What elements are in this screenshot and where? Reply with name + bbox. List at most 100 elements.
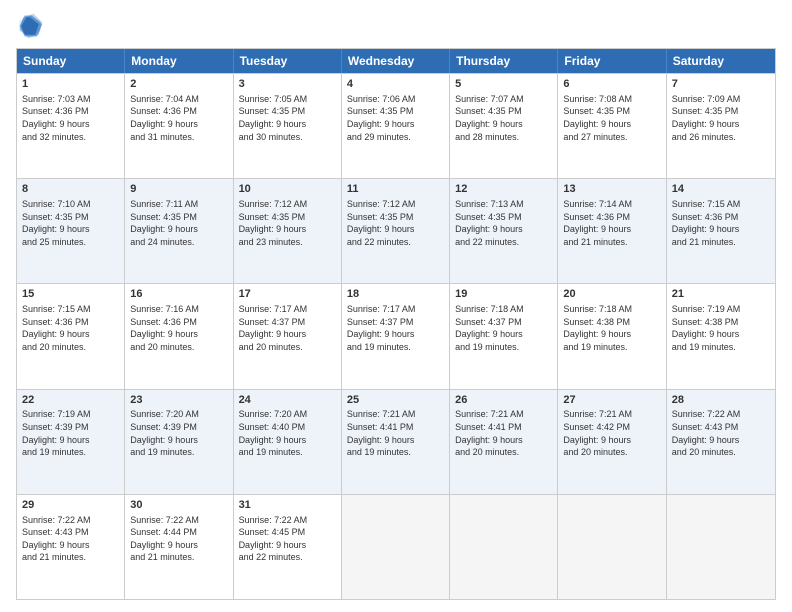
day-info: Sunrise: 7:14 AMSunset: 4:36 PMDaylight:… xyxy=(563,198,660,248)
day-cell-25: 25Sunrise: 7:21 AMSunset: 4:41 PMDayligh… xyxy=(342,390,450,494)
calendar-row-2: 8Sunrise: 7:10 AMSunset: 4:35 PMDaylight… xyxy=(17,178,775,283)
day-number: 24 xyxy=(239,393,336,408)
day-cell-8: 8Sunrise: 7:10 AMSunset: 4:35 PMDaylight… xyxy=(17,179,125,283)
day-info: Sunrise: 7:22 AMSunset: 4:43 PMDaylight:… xyxy=(672,408,770,458)
day-number: 12 xyxy=(455,182,552,197)
day-info: Sunrise: 7:21 AMSunset: 4:41 PMDaylight:… xyxy=(347,408,444,458)
logo-icon xyxy=(16,12,44,40)
day-cell-30: 30Sunrise: 7:22 AMSunset: 4:44 PMDayligh… xyxy=(125,495,233,599)
day-cell-6: 6Sunrise: 7:08 AMSunset: 4:35 PMDaylight… xyxy=(558,74,666,178)
day-info: Sunrise: 7:20 AMSunset: 4:39 PMDaylight:… xyxy=(130,408,227,458)
day-cell-31: 31Sunrise: 7:22 AMSunset: 4:45 PMDayligh… xyxy=(234,495,342,599)
day-number: 16 xyxy=(130,287,227,302)
day-info: Sunrise: 7:18 AMSunset: 4:37 PMDaylight:… xyxy=(455,303,552,353)
day-cell-19: 19Sunrise: 7:18 AMSunset: 4:37 PMDayligh… xyxy=(450,284,558,388)
day-number: 23 xyxy=(130,393,227,408)
day-number: 18 xyxy=(347,287,444,302)
day-number: 17 xyxy=(239,287,336,302)
day-info: Sunrise: 7:21 AMSunset: 4:42 PMDaylight:… xyxy=(563,408,660,458)
day-info: Sunrise: 7:22 AMSunset: 4:43 PMDaylight:… xyxy=(22,514,119,564)
day-cell-10: 10Sunrise: 7:12 AMSunset: 4:35 PMDayligh… xyxy=(234,179,342,283)
day-cell-29: 29Sunrise: 7:22 AMSunset: 4:43 PMDayligh… xyxy=(17,495,125,599)
day-number: 31 xyxy=(239,498,336,513)
empty-cell xyxy=(450,495,558,599)
day-cell-18: 18Sunrise: 7:17 AMSunset: 4:37 PMDayligh… xyxy=(342,284,450,388)
day-number: 3 xyxy=(239,77,336,92)
day-number: 22 xyxy=(22,393,119,408)
day-cell-20: 20Sunrise: 7:18 AMSunset: 4:38 PMDayligh… xyxy=(558,284,666,388)
day-cell-24: 24Sunrise: 7:20 AMSunset: 4:40 PMDayligh… xyxy=(234,390,342,494)
empty-cell xyxy=(558,495,666,599)
header xyxy=(16,12,776,40)
day-cell-16: 16Sunrise: 7:16 AMSunset: 4:36 PMDayligh… xyxy=(125,284,233,388)
day-cell-4: 4Sunrise: 7:06 AMSunset: 4:35 PMDaylight… xyxy=(342,74,450,178)
day-info: Sunrise: 7:13 AMSunset: 4:35 PMDaylight:… xyxy=(455,198,552,248)
day-number: 15 xyxy=(22,287,119,302)
header-day-thursday: Thursday xyxy=(450,49,558,73)
day-cell-27: 27Sunrise: 7:21 AMSunset: 4:42 PMDayligh… xyxy=(558,390,666,494)
day-cell-3: 3Sunrise: 7:05 AMSunset: 4:35 PMDaylight… xyxy=(234,74,342,178)
day-cell-9: 9Sunrise: 7:11 AMSunset: 4:35 PMDaylight… xyxy=(125,179,233,283)
day-info: Sunrise: 7:15 AMSunset: 4:36 PMDaylight:… xyxy=(672,198,770,248)
logo xyxy=(16,12,48,40)
header-day-saturday: Saturday xyxy=(667,49,775,73)
day-cell-5: 5Sunrise: 7:07 AMSunset: 4:35 PMDaylight… xyxy=(450,74,558,178)
day-cell-11: 11Sunrise: 7:12 AMSunset: 4:35 PMDayligh… xyxy=(342,179,450,283)
day-cell-23: 23Sunrise: 7:20 AMSunset: 4:39 PMDayligh… xyxy=(125,390,233,494)
calendar-row-4: 22Sunrise: 7:19 AMSunset: 4:39 PMDayligh… xyxy=(17,389,775,494)
day-info: Sunrise: 7:06 AMSunset: 4:35 PMDaylight:… xyxy=(347,93,444,143)
day-number: 20 xyxy=(563,287,660,302)
day-info: Sunrise: 7:19 AMSunset: 4:38 PMDaylight:… xyxy=(672,303,770,353)
day-cell-1: 1Sunrise: 7:03 AMSunset: 4:36 PMDaylight… xyxy=(17,74,125,178)
day-info: Sunrise: 7:03 AMSunset: 4:36 PMDaylight:… xyxy=(22,93,119,143)
day-number: 19 xyxy=(455,287,552,302)
day-number: 8 xyxy=(22,182,119,197)
calendar-header: SundayMondayTuesdayWednesdayThursdayFrid… xyxy=(17,49,775,73)
header-day-monday: Monday xyxy=(125,49,233,73)
day-cell-15: 15Sunrise: 7:15 AMSunset: 4:36 PMDayligh… xyxy=(17,284,125,388)
empty-cell xyxy=(342,495,450,599)
day-number: 10 xyxy=(239,182,336,197)
day-cell-14: 14Sunrise: 7:15 AMSunset: 4:36 PMDayligh… xyxy=(667,179,775,283)
day-info: Sunrise: 7:12 AMSunset: 4:35 PMDaylight:… xyxy=(347,198,444,248)
day-number: 2 xyxy=(130,77,227,92)
day-info: Sunrise: 7:10 AMSunset: 4:35 PMDaylight:… xyxy=(22,198,119,248)
day-number: 11 xyxy=(347,182,444,197)
day-cell-2: 2Sunrise: 7:04 AMSunset: 4:36 PMDaylight… xyxy=(125,74,233,178)
page: SundayMondayTuesdayWednesdayThursdayFrid… xyxy=(0,0,792,612)
calendar: SundayMondayTuesdayWednesdayThursdayFrid… xyxy=(16,48,776,600)
day-number: 27 xyxy=(563,393,660,408)
day-number: 7 xyxy=(672,77,770,92)
day-number: 13 xyxy=(563,182,660,197)
day-info: Sunrise: 7:16 AMSunset: 4:36 PMDaylight:… xyxy=(130,303,227,353)
day-number: 30 xyxy=(130,498,227,513)
day-number: 28 xyxy=(672,393,770,408)
day-number: 21 xyxy=(672,287,770,302)
day-info: Sunrise: 7:07 AMSunset: 4:35 PMDaylight:… xyxy=(455,93,552,143)
day-number: 6 xyxy=(563,77,660,92)
day-info: Sunrise: 7:05 AMSunset: 4:35 PMDaylight:… xyxy=(239,93,336,143)
day-info: Sunrise: 7:11 AMSunset: 4:35 PMDaylight:… xyxy=(130,198,227,248)
day-cell-17: 17Sunrise: 7:17 AMSunset: 4:37 PMDayligh… xyxy=(234,284,342,388)
day-info: Sunrise: 7:17 AMSunset: 4:37 PMDaylight:… xyxy=(239,303,336,353)
day-info: Sunrise: 7:18 AMSunset: 4:38 PMDaylight:… xyxy=(563,303,660,353)
day-number: 5 xyxy=(455,77,552,92)
calendar-row-5: 29Sunrise: 7:22 AMSunset: 4:43 PMDayligh… xyxy=(17,494,775,599)
day-info: Sunrise: 7:17 AMSunset: 4:37 PMDaylight:… xyxy=(347,303,444,353)
day-cell-7: 7Sunrise: 7:09 AMSunset: 4:35 PMDaylight… xyxy=(667,74,775,178)
day-number: 29 xyxy=(22,498,119,513)
day-cell-13: 13Sunrise: 7:14 AMSunset: 4:36 PMDayligh… xyxy=(558,179,666,283)
header-day-sunday: Sunday xyxy=(17,49,125,73)
header-day-wednesday: Wednesday xyxy=(342,49,450,73)
day-info: Sunrise: 7:08 AMSunset: 4:35 PMDaylight:… xyxy=(563,93,660,143)
day-cell-22: 22Sunrise: 7:19 AMSunset: 4:39 PMDayligh… xyxy=(17,390,125,494)
header-day-friday: Friday xyxy=(558,49,666,73)
day-number: 9 xyxy=(130,182,227,197)
day-info: Sunrise: 7:19 AMSunset: 4:39 PMDaylight:… xyxy=(22,408,119,458)
day-info: Sunrise: 7:15 AMSunset: 4:36 PMDaylight:… xyxy=(22,303,119,353)
day-info: Sunrise: 7:22 AMSunset: 4:45 PMDaylight:… xyxy=(239,514,336,564)
day-info: Sunrise: 7:04 AMSunset: 4:36 PMDaylight:… xyxy=(130,93,227,143)
day-number: 1 xyxy=(22,77,119,92)
day-number: 4 xyxy=(347,77,444,92)
calendar-row-3: 15Sunrise: 7:15 AMSunset: 4:36 PMDayligh… xyxy=(17,283,775,388)
